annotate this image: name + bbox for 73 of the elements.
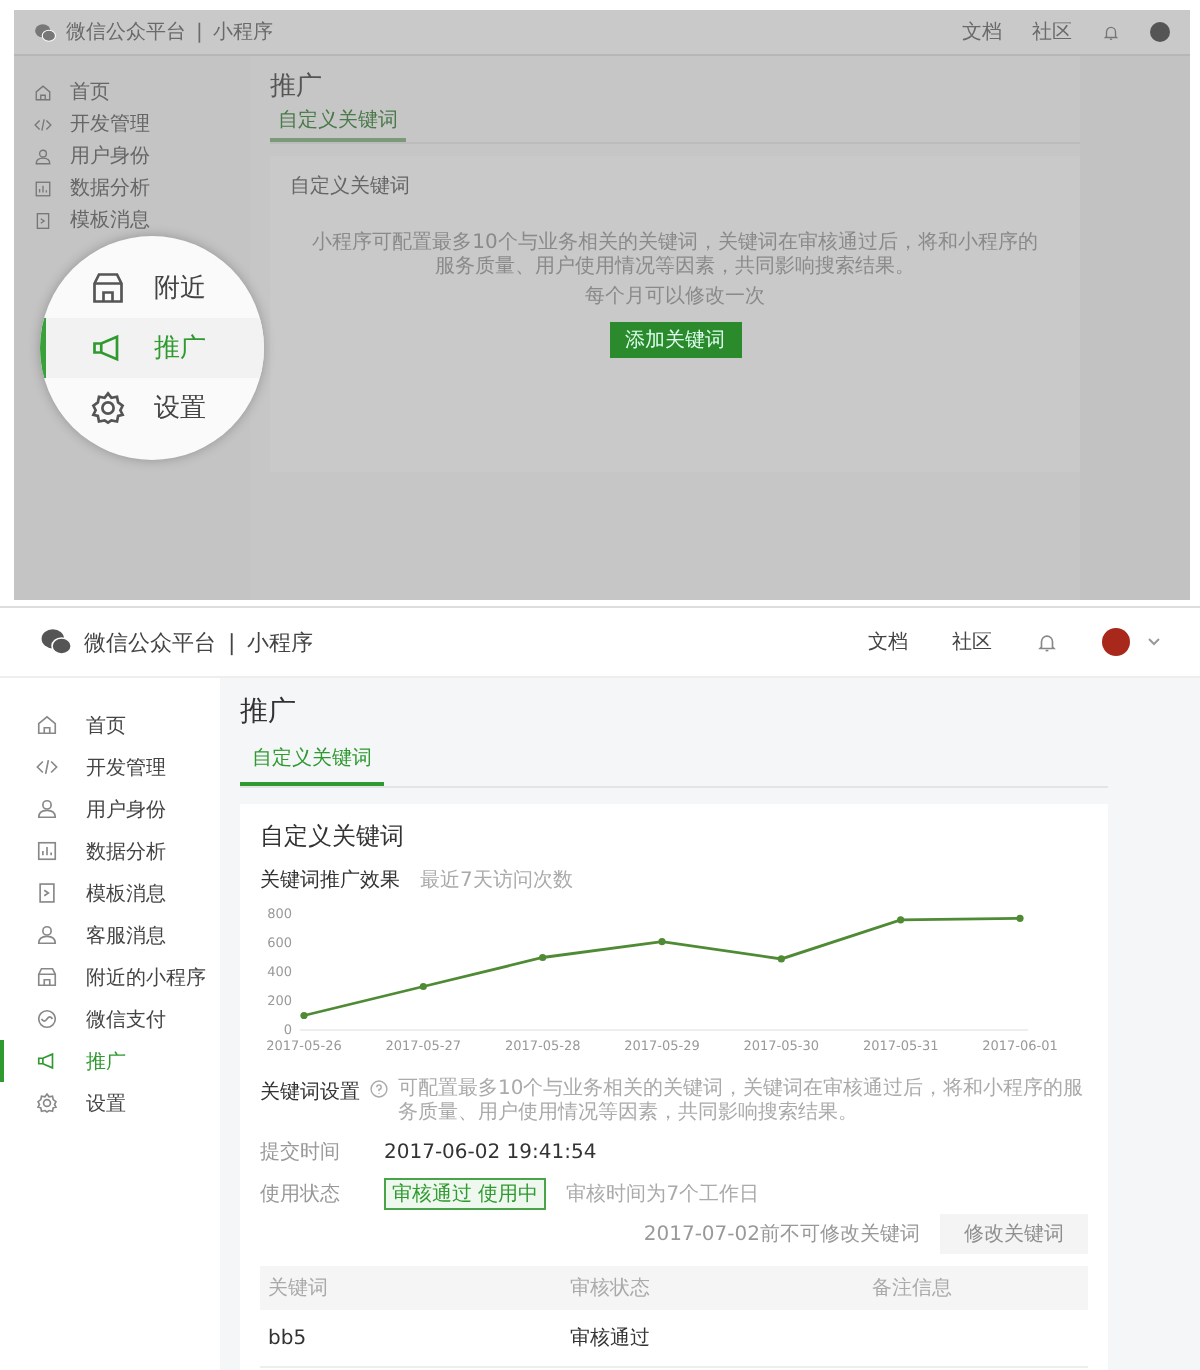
settings-icon (90, 390, 126, 426)
user-icon (36, 924, 58, 946)
data-point (419, 982, 427, 991)
chart-icon (36, 840, 58, 862)
sidebar-item[interactable]: 微信支付 (0, 998, 220, 1040)
megaphone-icon (36, 1050, 58, 1072)
description-text: 小程序可配置最多10个与业务相关的关键词，关键词在审核通过后，将和小程序的服务质量、用户使用情况等因素，共同影响搜索结果。 (310, 232, 1040, 280)
sidebar-item[interactable]: 客服消息 (0, 914, 220, 956)
user-icon (36, 798, 58, 820)
sidebar-item[interactable]: 模板消息 (0, 872, 220, 914)
field-label: 提交时间 (260, 1139, 342, 1166)
status-note: 审核时间为7个工作日 (566, 1181, 760, 1208)
sidebar-item[interactable]: 首页 (0, 704, 220, 746)
chart-icon (34, 179, 52, 197)
avatar[interactable] (1102, 628, 1130, 656)
table-cell-text: bb5 (266, 1327, 309, 1349)
notice-text: 2017-07-02前不可修改关键词 (643, 1221, 920, 1248)
column-header: 备注信息 (870, 1275, 955, 1302)
product-title: 小程序 (212, 19, 273, 46)
wave-circle-icon (36, 1008, 58, 1030)
add-keyword-button[interactable]: 添加关键词 (609, 322, 741, 358)
chart-title: 关键词推广效果 (260, 867, 400, 894)
brand-title: 微信公众平台 (66, 19, 186, 46)
sidebar-item[interactable]: 附近 (40, 258, 264, 318)
separator: | (228, 629, 236, 655)
card-title: 自定义关键词 (290, 173, 410, 202)
header-link[interactable]: 文档 (868, 628, 908, 656)
logo-icon (40, 626, 72, 658)
status-badge: 审核通过 使用中 (384, 1178, 547, 1210)
separator: | (196, 21, 203, 43)
store-icon (90, 270, 126, 306)
column-header: 关键词 (266, 1275, 330, 1302)
help-icon[interactable] (370, 1080, 388, 1098)
data-point (300, 1011, 308, 1020)
caret-icon[interactable] (1148, 638, 1160, 646)
product-title: 小程序 (247, 627, 314, 657)
sidebar-item[interactable]: 用户身份 (0, 788, 220, 830)
home-icon (34, 83, 52, 101)
card-title: 自定义关键词 (260, 820, 406, 854)
data-point (777, 955, 785, 963)
field-value: 2017-06-02 19:41:54 (384, 1141, 597, 1163)
bell-icon[interactable] (1102, 23, 1120, 41)
logo-icon (34, 21, 56, 43)
page-title: 推广 (270, 70, 324, 104)
document-icon (34, 211, 52, 229)
bell-icon[interactable] (1036, 631, 1058, 653)
sidebar-item[interactable]: 开发管理 (0, 746, 220, 788)
section-title: 关键词设置 (260, 1079, 360, 1106)
sidebar-item[interactable]: 附近的小程序 (0, 956, 220, 998)
avatar[interactable] (1150, 22, 1170, 42)
home-icon (36, 714, 58, 736)
brand-title: 微信公众平台 (84, 627, 216, 657)
settings-icon (36, 1092, 58, 1114)
code-icon (36, 756, 58, 778)
data-point (539, 953, 547, 962)
store-icon (36, 966, 58, 988)
data-point (658, 937, 666, 946)
description-text: 可配置最多10个与业务相关的关键词，关键词在审核通过后，将和小程序的服务质量、用户使用情况等因素，共同影响搜索结果。 (398, 1078, 1086, 1126)
page-title: 推广 (240, 694, 298, 732)
code-icon (34, 115, 52, 133)
data-point (1016, 914, 1024, 922)
table-cell-text: 审核通过 (568, 1325, 653, 1352)
sidebar-item[interactable]: 数据分析 (0, 830, 220, 872)
sidebar-item[interactable]: 设置 (0, 1082, 220, 1124)
note-text: 每个月可以修改一次 (585, 283, 765, 310)
header-link[interactable]: 社区 (952, 628, 992, 656)
document-icon (36, 882, 58, 904)
chart-subtitle: 最近7天访问次数 (420, 867, 573, 894)
sidebar-item[interactable]: 设置 (40, 378, 264, 438)
field-label: 使用状态 (260, 1181, 342, 1208)
user-icon (34, 147, 52, 165)
column-header: 审核状态 (568, 1275, 653, 1302)
data-point (897, 916, 905, 924)
